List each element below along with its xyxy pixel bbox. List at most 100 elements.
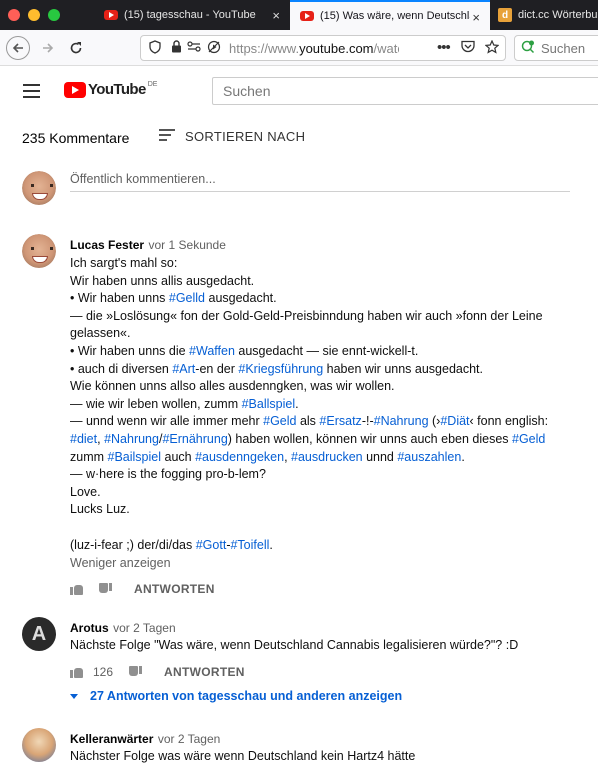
shield-icon[interactable]	[149, 40, 161, 57]
comment-line: (luz-i-fear ;) der/di/das #Gott-#Toifell…	[70, 537, 590, 555]
sort-button[interactable]: SORTIEREN NACH	[159, 129, 305, 144]
reload-button[interactable]	[64, 36, 88, 60]
comment-text-segment: ausgedacht.	[205, 291, 277, 306]
tab-label: (15) tagesschau - YouTube	[124, 9, 256, 21]
reply-button[interactable]: ANTWORTEN	[134, 582, 215, 596]
hashtag-link[interactable]: #Nahrung	[374, 414, 429, 428]
thumbs-up-icon[interactable]	[70, 666, 83, 678]
forward-button[interactable]	[36, 36, 60, 60]
hashtag-link[interactable]: #Toifell	[230, 538, 269, 552]
youtube-logo[interactable]: YouTube DE	[64, 81, 157, 98]
like-count: 126	[93, 665, 114, 679]
youtube-favicon-icon	[104, 10, 118, 20]
browser-search-placeholder: Suchen	[541, 40, 586, 56]
hashtag-link[interactable]: #Ballspiel	[242, 397, 296, 411]
comment-line: gelassen«.	[70, 325, 590, 343]
reload-icon	[70, 42, 82, 54]
tab-label: dict.cc Wörterbuch	[518, 9, 598, 21]
comment-line: — w·here is the fogging pro-b-lem?	[70, 466, 590, 484]
show-replies-button[interactable]: 27 Antworten von tagesschau und anderen …	[70, 689, 402, 703]
comment-time[interactable]: vor 1 Sekunde	[149, 238, 226, 252]
youtube-search-input[interactable]: Suchen	[212, 77, 598, 105]
hashtag-link[interactable]: #Gott	[196, 538, 227, 552]
tab-dictcc[interactable]: d dict.cc Wörterbuch	[490, 0, 598, 30]
comment-header: Lucas Fester vor 1 Sekunde	[70, 236, 226, 254]
comment-text-segment: Love.	[70, 484, 101, 499]
tab-tagesschau[interactable]: (15) tagesschau - YouTube ×	[100, 0, 290, 30]
comment-author[interactable]: Kelleranwärter	[70, 732, 153, 746]
comment-line	[70, 519, 590, 537]
comment-header: Kelleranwärter vor 2 Tagen	[70, 730, 220, 748]
comment-line: — unnd wenn wir alle immer mehr #Geld al…	[70, 413, 590, 431]
commenter-face-image	[22, 234, 56, 268]
hashtag-link[interactable]: #Ernährung	[162, 432, 227, 446]
add-comment-input[interactable]: Öffentlich kommentieren...	[70, 172, 570, 192]
comment-avatar[interactable]: A	[22, 617, 56, 651]
thumbs-up-icon[interactable]	[70, 583, 83, 595]
comment-author[interactable]: Arotus	[70, 621, 109, 635]
hashtag-link[interactable]: #ausdrucken	[291, 450, 363, 464]
comment-text-segment: Lucks Luz.	[70, 502, 130, 517]
comment-line: Wie können unns allso alles ausdenngken,…	[70, 378, 590, 396]
close-tab-icon[interactable]: ×	[272, 8, 280, 23]
comment-text-segment: Ich sargt's mahl so:	[70, 256, 178, 270]
reply-button[interactable]: ANTWORTEN	[164, 665, 245, 679]
youtube-logo-text: YouTube	[88, 81, 146, 98]
comment-time[interactable]: vor 2 Tagen	[113, 621, 176, 635]
close-tab-icon[interactable]: ×	[472, 10, 480, 25]
chevron-down-icon	[70, 693, 78, 699]
comment-text-segment: haben wir unns ausgedacht.	[323, 361, 484, 376]
comment-line: — die »Loslösung« fon der Gold-Geld-Prei…	[70, 308, 590, 326]
permissions-icon[interactable]	[187, 40, 201, 56]
hashtag-link[interactable]: #ausdenngeken	[195, 450, 284, 464]
thumbs-down-icon[interactable]	[99, 583, 112, 595]
back-button[interactable]	[6, 36, 30, 60]
hashtag-link[interactable]: #Nahrung	[104, 432, 159, 446]
comment-line: • Wir haben unns #Gelld ausgedacht.	[70, 290, 590, 308]
tab-label: (15) Was wäre, wenn Deutschland	[320, 10, 470, 22]
zoom-window-button[interactable]	[48, 9, 60, 21]
tab-active-video[interactable]: (15) Was wäre, wenn Deutschland ×	[290, 0, 490, 30]
comment-time[interactable]: vor 2 Tagen	[158, 732, 221, 746]
comment-text-segment: (luz-i-fear ;) der/di/das	[70, 537, 196, 552]
comment-text-segment: unnd	[362, 449, 398, 464]
address-bar[interactable]: https://www.youtube.com/watc •••	[140, 35, 506, 61]
comment-text-segment: — wie wir leben wollen, zumm	[70, 396, 242, 411]
minimize-window-button[interactable]	[28, 9, 40, 21]
comment-line: Ich sargt's mahl so:	[70, 255, 590, 273]
hashtag-link[interactable]: #diet	[70, 432, 97, 446]
pocket-icon[interactable]	[461, 40, 475, 56]
hashtag-link[interactable]: #Diät	[440, 414, 469, 428]
hashtag-link[interactable]: #Geld	[263, 414, 296, 428]
user-face-image	[22, 171, 56, 205]
browser-search-input[interactable]: Suchen	[514, 35, 598, 61]
thumbs-down-icon[interactable]	[129, 666, 143, 678]
hashtag-link[interactable]: #Geld	[512, 432, 545, 446]
hamburger-menu-icon[interactable]	[23, 84, 40, 102]
close-window-button[interactable]	[8, 9, 20, 21]
comment-text-segment: auch	[161, 449, 196, 464]
hashtag-link[interactable]: #Ersatz	[319, 414, 361, 428]
bookmark-star-icon[interactable]	[484, 39, 500, 57]
hashtag-link[interactable]: #auszahlen	[397, 450, 461, 464]
hashtag-link[interactable]: #Waffen	[189, 344, 235, 358]
youtube-play-icon	[64, 81, 86, 98]
comment-avatar[interactable]	[22, 234, 56, 268]
youtube-search-placeholder: Suchen	[223, 83, 271, 99]
sort-label: SORTIEREN NACH	[185, 129, 306, 144]
sort-icon	[159, 129, 175, 144]
show-less-button[interactable]: Weniger anzeigen	[70, 556, 171, 570]
hashtag-link[interactable]: #Gelld	[169, 291, 205, 305]
hashtag-link[interactable]: #Kriegsführung	[238, 362, 323, 376]
page-actions-icon[interactable]: •••	[437, 39, 451, 56]
lock-icon[interactable]	[171, 40, 182, 56]
comment-text-segment: (›	[428, 414, 441, 429]
search-engine-icon	[521, 40, 535, 57]
hashtag-link[interactable]: #Bailspiel	[108, 450, 162, 464]
comment-line: • auch di diversen #Art-en der #Kriegsfü…	[70, 361, 590, 379]
user-avatar	[22, 171, 56, 205]
comment-author[interactable]: Lucas Fester	[70, 238, 144, 252]
hashtag-link[interactable]: #Art	[172, 362, 195, 376]
autoplay-blocked-icon[interactable]	[207, 40, 221, 57]
comment-avatar[interactable]	[22, 728, 56, 762]
